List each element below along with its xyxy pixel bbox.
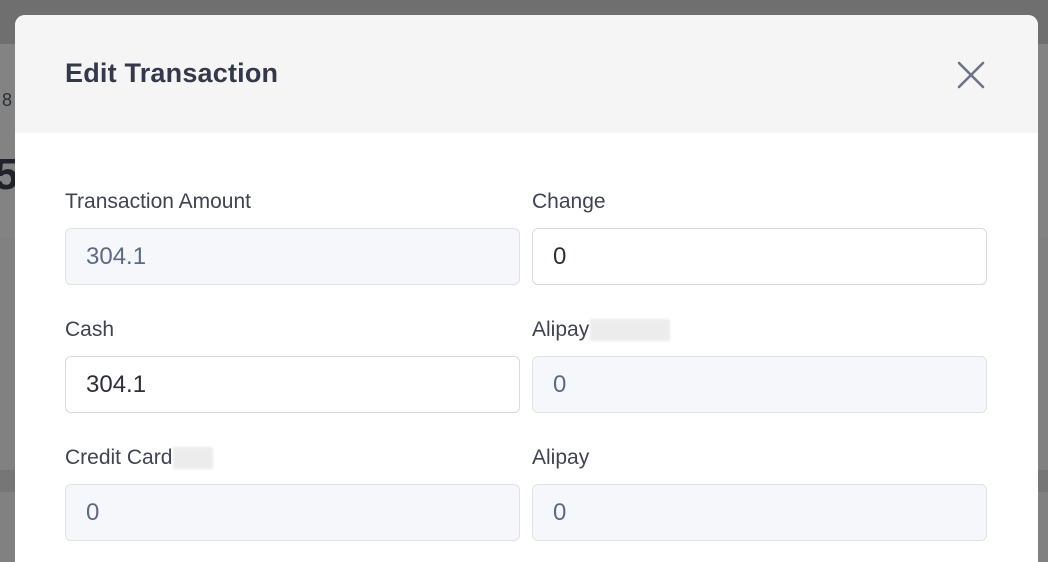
background-partial-text: 8 [2,90,13,110]
credit-card-input[interactable] [65,484,520,541]
change-input[interactable] [532,228,987,285]
change-label: Change [532,190,606,213]
edit-transaction-modal: Edit Transaction Transaction Amount Chan… [15,15,1038,562]
credit-card-label: Credit Card [65,446,173,469]
cash-input[interactable] [65,356,520,413]
alipay-label-2: Alipay [532,446,590,469]
transaction-amount-label: Transaction Amount [65,190,251,213]
cash-field: Cash [65,317,520,413]
alipay-field-1: Alipay [532,317,987,413]
transaction-amount-field: Transaction Amount [65,189,520,285]
redacted-text-mask [590,319,671,342]
redacted-text-mask [173,447,214,470]
close-icon [957,61,985,89]
credit-card-field: Credit Card [65,445,520,541]
cash-label: Cash [65,318,115,341]
modal-header: Edit Transaction [15,15,1038,133]
credit-card-label-row: Credit Card [65,445,520,471]
alipay-label-row-1: Alipay [532,317,987,343]
change-field: Change [532,189,987,285]
alipay-input-2[interactable] [532,484,987,541]
alipay-label-1: Alipay [532,318,590,341]
modal-title: Edit Transaction [65,58,279,88]
close-button[interactable] [954,58,988,92]
transaction-amount-input[interactable] [65,228,520,285]
alipay-field-2: Alipay [532,445,987,541]
alipay-input-1[interactable] [532,356,987,413]
